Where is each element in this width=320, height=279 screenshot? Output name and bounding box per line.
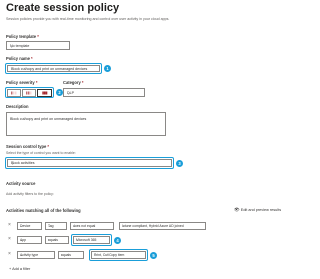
policy-name-label: Policy name * bbox=[6, 56, 33, 61]
chevron-down-icon: ⌄ bbox=[48, 224, 51, 228]
chevron-down-icon: ⌄ bbox=[67, 90, 71, 95]
filter-value-select[interactable]: Microsoft 365 ⌄ bbox=[73, 236, 110, 244]
remove-filter-icon[interactable]: × bbox=[8, 251, 11, 257]
edit-preview-label: Edit and preview results bbox=[240, 208, 282, 212]
chevron-down-icon: ⌄ bbox=[20, 238, 23, 242]
page-title: Create session policy bbox=[6, 2, 120, 14]
chevron-down-icon: ⌄ bbox=[20, 253, 23, 257]
filter-value-select[interactable]: Intune compliant, Hybrid Azure AD joined… bbox=[119, 222, 206, 230]
filter-field-select[interactable]: Activity type ⌄ bbox=[17, 251, 55, 259]
severity-label: Policy severity * bbox=[6, 80, 38, 85]
session-control-select[interactable]: Block activities ⌄ bbox=[7, 159, 172, 167]
chevron-down-icon: ⌄ bbox=[73, 224, 76, 228]
policy-name-value: Block cut/copy and print on unmanaged de… bbox=[11, 66, 88, 71]
filter-value-select[interactable]: Print, Cut/Copy item ⌄ bbox=[91, 251, 146, 259]
template-select[interactable]: No template ⌄ bbox=[6, 41, 70, 50]
remove-filter-icon[interactable]: × bbox=[8, 222, 11, 228]
filter-operator-select[interactable]: equals ⌄ bbox=[58, 251, 84, 259]
severity-high-button[interactable] bbox=[37, 88, 52, 97]
session-control-hint: Select the type of control you want to e… bbox=[6, 151, 76, 155]
session-control-label: Session control type * bbox=[6, 144, 49, 149]
page-subtitle: Session policies provide you with real-t… bbox=[6, 17, 170, 21]
severity-low-button[interactable] bbox=[7, 88, 21, 97]
activity-source-hint: Add activity filters to the policy: bbox=[6, 192, 54, 196]
add-filter-button[interactable]: + Add a filter bbox=[9, 267, 30, 271]
chevron-down-icon: ⌄ bbox=[122, 224, 125, 228]
chevron-down-icon: ⌄ bbox=[11, 160, 15, 166]
step-badge-4: 4 bbox=[114, 236, 121, 244]
description-textarea[interactable]: Block cut/copy and print on unmanaged de… bbox=[6, 112, 166, 136]
filter-field-select[interactable]: Device ⌄ bbox=[17, 222, 42, 230]
chevron-down-icon: ⌄ bbox=[10, 43, 14, 48]
chevron-down-icon: ⌄ bbox=[20, 224, 23, 228]
edit-preview-link[interactable]: 👁 Edit and preview results bbox=[234, 207, 281, 213]
template-label: Policy template * bbox=[6, 34, 39, 39]
plus-icon: + bbox=[9, 267, 12, 271]
filter-field-select[interactable]: App ⌄ bbox=[17, 236, 42, 244]
chevron-down-icon: ⌄ bbox=[48, 238, 51, 242]
chevron-down-icon: ⌄ bbox=[61, 253, 64, 257]
step-badge-3: 3 bbox=[176, 160, 183, 167]
step-badge-2: 2 bbox=[56, 89, 63, 96]
severity-medium-button[interactable] bbox=[22, 88, 36, 97]
step-badge-1: 1 bbox=[104, 65, 111, 72]
filters-label: Activities matching all of the following bbox=[6, 208, 81, 213]
filter-operator-select[interactable]: equals ⌄ bbox=[45, 236, 69, 244]
remove-filter-icon[interactable]: × bbox=[8, 236, 11, 242]
chevron-down-icon: ⌄ bbox=[76, 238, 79, 242]
eye-icon: 👁 bbox=[234, 207, 240, 212]
description-value: Block cut/copy and print on unmanaged de… bbox=[10, 117, 87, 121]
activity-source-label: Activity source bbox=[6, 181, 36, 186]
category-select[interactable]: DLP ⌄ bbox=[63, 88, 145, 97]
chevron-down-icon: ⌄ bbox=[94, 253, 97, 257]
step-badge-5: 5 bbox=[150, 251, 157, 259]
category-label: Category * bbox=[63, 80, 84, 85]
filter-subfield-select[interactable]: Tag ⌄ bbox=[45, 222, 67, 230]
policy-name-input[interactable]: Block cut/copy and print on unmanaged de… bbox=[7, 65, 100, 72]
add-filter-label: Add a filter bbox=[12, 267, 31, 271]
description-label: Description bbox=[6, 104, 29, 109]
filter-operator-select[interactable]: does not equal ⌄ bbox=[70, 222, 114, 230]
